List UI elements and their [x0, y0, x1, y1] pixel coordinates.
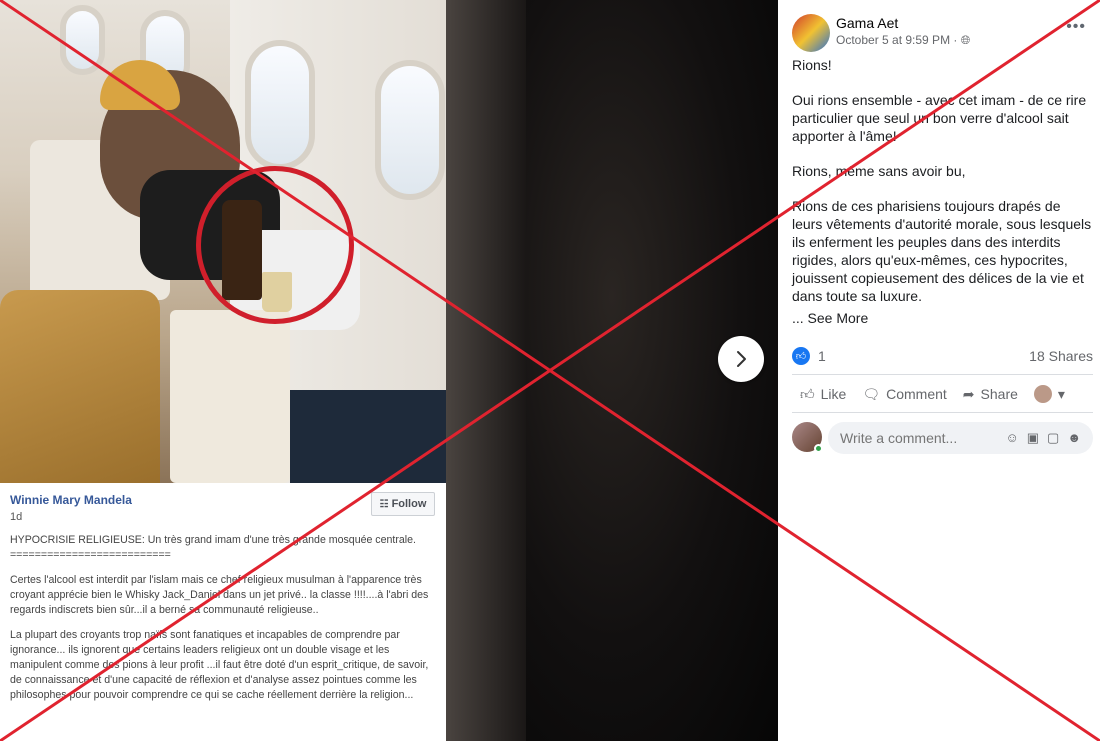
- like-button[interactable]: 👍︎ Like: [792, 386, 854, 403]
- gif-icon[interactable]: ▢: [1047, 430, 1059, 446]
- comment-label: Comment: [886, 386, 947, 402]
- like-reaction-icon[interactable]: 👍︎: [792, 347, 810, 365]
- post-paragraph: Rions!: [792, 57, 832, 73]
- post-side-panel: Gama Aet October 5 at 9:59 PM · 🌐︎ ••• R…: [778, 0, 1100, 741]
- airplane-window: [245, 40, 315, 170]
- globe-icon: 🌐︎: [960, 33, 971, 47]
- share-label: Share: [980, 386, 1018, 402]
- reactions-row: 👍︎ 1 18 Shares: [792, 346, 1093, 366]
- embedded-post-text: Winnie Mary Mandela 1d HYPOCRISIE RELIGI…: [0, 483, 446, 741]
- emoji-icon[interactable]: ☺: [1005, 430, 1018, 446]
- thumbs-up-icon: 👍︎: [800, 385, 815, 402]
- blurred-image-edge: [446, 0, 526, 741]
- next-photo-button[interactable]: [718, 336, 764, 382]
- more-options-button[interactable]: •••: [1066, 18, 1086, 36]
- like-label: Like: [820, 386, 847, 402]
- share-arrow-icon: ➦: [962, 385, 975, 402]
- chevron-right-icon: [737, 351, 746, 367]
- profile-mini-icon: [1033, 385, 1052, 403]
- caret-down-icon: ▾: [1057, 385, 1065, 402]
- airplane-window: [375, 60, 445, 200]
- comment-tools: ☺ ▣ ▢ ☻: [1005, 430, 1081, 446]
- comment-button[interactable]: 🗨︎ Comment: [854, 386, 954, 403]
- divider: [792, 412, 1093, 413]
- embedded-paragraph: HYPOCRISIE RELIGIEUSE: Un très grand ima…: [10, 534, 416, 561]
- red-circle-highlight: [196, 166, 354, 324]
- share-button[interactable]: ➦ Share: [955, 386, 1026, 403]
- online-status-dot: [814, 444, 823, 453]
- sticker-icon[interactable]: ☻: [1067, 430, 1081, 446]
- post-paragraph: Oui rions ensemble - avec cet imam - de …: [792, 92, 1087, 144]
- author-name[interactable]: Gama Aet: [836, 15, 898, 31]
- airplane-window: [60, 5, 105, 75]
- comment-bubble-icon: 🗨︎: [862, 385, 881, 402]
- carpet: [290, 390, 446, 483]
- seat: [0, 290, 160, 483]
- embedded-paragraph: Certes l'alcool est interdit par l'islam…: [10, 574, 429, 616]
- author-avatar[interactable]: [792, 14, 830, 52]
- post-photo: [0, 0, 446, 483]
- audience-selector[interactable]: ▾: [1026, 385, 1073, 403]
- side-console: [170, 310, 290, 483]
- post-paragraph: Rions, même sans avoir bu,: [792, 163, 966, 179]
- post-date-text[interactable]: October 5 at 9:59 PM ·: [836, 33, 961, 47]
- shares-count[interactable]: 18 Shares: [1029, 348, 1093, 364]
- post-paragraph: Rions de ces pharisiens toujours drapés …: [792, 198, 1092, 304]
- see-more-link[interactable]: ... See More: [792, 309, 1092, 327]
- reaction-count[interactable]: 1: [818, 348, 826, 364]
- camera-icon[interactable]: ▣: [1027, 430, 1039, 446]
- comment-composer: ☺ ▣ ▢ ☻: [792, 422, 1093, 454]
- rss-icon: ☷: [379, 498, 389, 510]
- follow-label: Follow: [391, 498, 427, 510]
- follow-button: ☷ Follow: [371, 492, 435, 516]
- post-date[interactable]: October 5 at 9:59 PM · 🌐︎: [836, 33, 970, 48]
- embedded-paragraph: La plupart des croyants trop naïfs sont …: [10, 629, 429, 701]
- post-body: Rions! Oui rions ensemble - avec cet ima…: [792, 56, 1092, 327]
- action-bar: 👍︎ Like 🗨︎ Comment ➦ Share ▾: [792, 378, 1093, 410]
- embedded-post-screenshot: Winnie Mary Mandela 1d HYPOCRISIE RELIGI…: [0, 0, 446, 741]
- divider: [792, 374, 1093, 375]
